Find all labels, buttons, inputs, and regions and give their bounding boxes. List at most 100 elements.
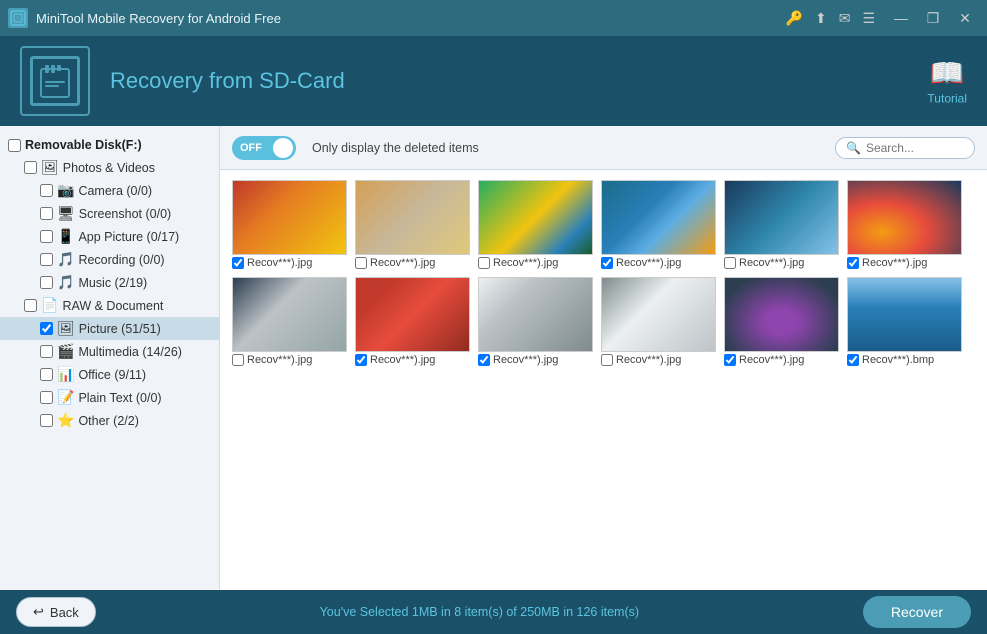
office-label: Office (9/11): [78, 368, 146, 382]
screenshot-icon: 🖥: [57, 205, 75, 222]
other-checkbox[interactable]: [40, 414, 53, 427]
other-item[interactable]: ⭐ Other (2/2): [0, 409, 219, 432]
photos-videos-label: Photos & Videos: [63, 161, 155, 175]
photo-checkbox[interactable]: [355, 257, 367, 269]
close-button[interactable]: ✕: [951, 4, 979, 32]
photo-checkbox[interactable]: [232, 257, 244, 269]
plain-text-label: Plain Text (0/0): [78, 391, 161, 405]
main-layout: Removable Disk(F:) 🖼 Photos & Videos 📷 C…: [0, 126, 987, 590]
photo-label: Recov***).jpg: [232, 257, 347, 269]
office-item[interactable]: 📊 Office (9/11): [0, 363, 219, 386]
title-bar-tool-icons: 🔑 ⬆ ✉ ☰: [786, 10, 875, 27]
document-icon: 📄: [41, 297, 58, 314]
photo-label: Recov***).jpg: [847, 257, 962, 269]
search-input[interactable]: [866, 141, 966, 155]
photos-videos-header[interactable]: 🖼 Photos & Videos: [0, 156, 219, 179]
header-logo: [20, 46, 90, 116]
window-controls: — ❐ ✕: [887, 4, 979, 32]
book-icon: 📖: [930, 57, 965, 90]
photo-checkbox[interactable]: [847, 354, 859, 366]
back-button[interactable]: ↩ Back: [16, 597, 96, 627]
raw-document-label: RAW & Document: [62, 299, 163, 313]
minimize-button[interactable]: —: [887, 4, 915, 32]
photo-checkbox[interactable]: [601, 257, 613, 269]
photo-checkbox[interactable]: [478, 354, 490, 366]
app-picture-item[interactable]: 📱 App Picture (0/17): [0, 225, 219, 248]
header: Recovery from SD-Card 📖 Tutorial: [0, 36, 987, 126]
plain-text-item[interactable]: 📝 Plain Text (0/0): [0, 386, 219, 409]
photo-filename: Recov***).jpg: [247, 354, 312, 366]
photo-label: Recov***).jpg: [232, 354, 347, 366]
photo-checkbox[interactable]: [232, 354, 244, 366]
music-item[interactable]: 🎵 Music (2/19): [0, 271, 219, 294]
photo-filename: Recov***).jpg: [493, 257, 558, 269]
photo-thumbnail: [724, 180, 839, 255]
photo-item[interactable]: Recov***).jpg: [232, 277, 347, 366]
removable-disk-header[interactable]: Removable Disk(F:): [0, 134, 219, 156]
raw-document-header[interactable]: 📄 RAW & Document: [0, 294, 219, 317]
photo-item[interactable]: Recov***).jpg: [355, 277, 470, 366]
photo-filename: Recov***).jpg: [862, 257, 927, 269]
photo-thumbnail: [355, 277, 470, 352]
raw-document-checkbox[interactable]: [24, 299, 37, 312]
camera-checkbox[interactable]: [40, 184, 53, 197]
page-title: Recovery from SD-Card: [110, 68, 345, 94]
back-label: Back: [50, 605, 79, 620]
content-area: OFF Only display the deleted items 🔍 Rec…: [220, 126, 987, 590]
photo-item[interactable]: Recov***).jpg: [478, 180, 593, 269]
status-bar: ↩ Back You've Selected 1MB in 8 item(s) …: [0, 590, 987, 634]
photo-item[interactable]: Recov***).jpg: [724, 277, 839, 366]
plain-text-checkbox[interactable]: [40, 391, 53, 404]
recording-checkbox[interactable]: [40, 253, 53, 266]
photo-checkbox[interactable]: [355, 354, 367, 366]
multimedia-checkbox[interactable]: [40, 345, 53, 358]
photo-thumbnail: [232, 277, 347, 352]
photo-item[interactable]: Recov***).jpg: [601, 180, 716, 269]
photo-thumbnail: [232, 180, 347, 255]
photo-checkbox[interactable]: [601, 354, 613, 366]
office-checkbox[interactable]: [40, 368, 53, 381]
screenshot-item[interactable]: 🖥 Screenshot (0/0): [0, 202, 219, 225]
title-bar: MiniTool Mobile Recovery for Android Fre…: [0, 0, 987, 36]
search-box[interactable]: 🔍: [835, 137, 975, 159]
photo-label: Recov***).jpg: [601, 257, 716, 269]
photo-item[interactable]: Recov***).bmp: [847, 277, 962, 366]
photo-thumbnail: [355, 180, 470, 255]
toggle-deleted-items[interactable]: OFF: [232, 136, 296, 160]
picture-checkbox[interactable]: [40, 322, 53, 335]
app-picture-checkbox[interactable]: [40, 230, 53, 243]
photo-filename: Recov***).jpg: [370, 257, 435, 269]
photo-grid: Recov***).jpgRecov***).jpgRecov***).jpgR…: [220, 170, 987, 590]
restore-button[interactable]: ❐: [919, 4, 947, 32]
photo-checkbox[interactable]: [847, 257, 859, 269]
picture-item[interactable]: 🖼 Picture (51/51): [0, 317, 219, 340]
photo-checkbox[interactable]: [724, 354, 736, 366]
picture-icon: 🖼: [57, 320, 75, 337]
mail-icon: ✉: [839, 10, 851, 27]
multimedia-item[interactable]: 🎬 Multimedia (14/26): [0, 340, 219, 363]
photo-item[interactable]: Recov***).jpg: [724, 180, 839, 269]
photos-icon: 🖼: [41, 159, 59, 176]
photo-checkbox[interactable]: [478, 257, 490, 269]
photo-filename: Recov***).jpg: [370, 354, 435, 366]
recording-item[interactable]: 🎵 Recording (0/0): [0, 248, 219, 271]
recording-label: Recording (0/0): [78, 253, 164, 267]
music-label: Music (2/19): [78, 276, 147, 290]
app-picture-icon: 📱: [57, 228, 74, 245]
screenshot-checkbox[interactable]: [40, 207, 53, 220]
photos-videos-checkbox[interactable]: [24, 161, 37, 174]
recover-button[interactable]: Recover: [863, 596, 971, 628]
removable-disk-checkbox[interactable]: [8, 139, 21, 152]
camera-item[interactable]: 📷 Camera (0/0): [0, 179, 219, 202]
photo-item[interactable]: Recov***).jpg: [601, 277, 716, 366]
toggle-description: Only display the deleted items: [312, 141, 479, 155]
photo-item[interactable]: Recov***).jpg: [355, 180, 470, 269]
removable-disk-label: Removable Disk(F:): [25, 138, 142, 152]
photo-item[interactable]: Recov***).jpg: [847, 180, 962, 269]
tutorial-button[interactable]: 📖 Tutorial: [927, 57, 967, 106]
photo-item[interactable]: Recov***).jpg: [478, 277, 593, 366]
photo-item[interactable]: Recov***).jpg: [232, 180, 347, 269]
music-checkbox[interactable]: [40, 276, 53, 289]
app-picture-label: App Picture (0/17): [78, 230, 179, 244]
photo-checkbox[interactable]: [724, 257, 736, 269]
